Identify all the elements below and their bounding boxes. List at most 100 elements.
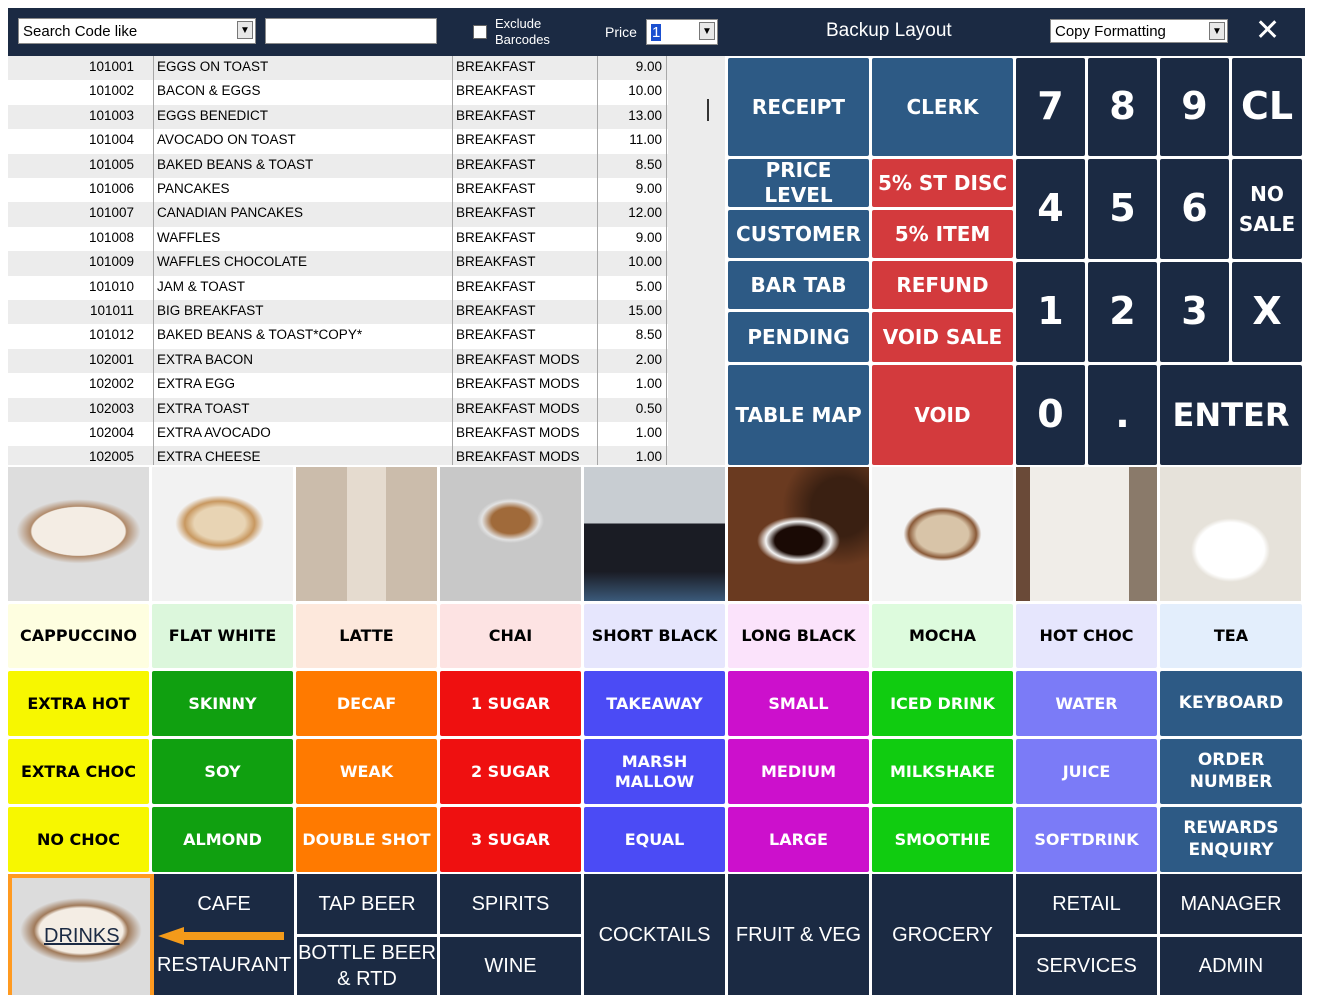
table-row[interactable]: 101006 PANCAKES BREAKFAST 9.00 xyxy=(8,178,668,202)
bottle-beer-category[interactable]: BOTTLE BEER & RTD xyxy=(297,937,437,995)
table-row[interactable]: 102004 EXTRA AVOCADO BREAKFAST MODS 1.00 xyxy=(8,422,668,446)
modifier-button-juice[interactable]: JUICE xyxy=(1016,739,1157,804)
hot-choc-image[interactable] xyxy=(1016,467,1157,601)
price-level-button[interactable]: PRICE LEVEL xyxy=(728,158,869,207)
modifier-button-decaf[interactable]: DECAF xyxy=(296,671,437,736)
table-row[interactable]: 101008 WAFFLES BREAKFAST 9.00 xyxy=(8,227,668,251)
fruit-veg-category[interactable]: FRUIT & VEG xyxy=(728,874,869,995)
keypad-2[interactable]: 2 xyxy=(1088,262,1157,362)
refund-button[interactable]: REFUND xyxy=(872,261,1013,309)
item-discount-button[interactable]: 5% ITEM xyxy=(872,210,1013,258)
modifier-button-skinny[interactable]: SKINNY xyxy=(152,671,293,736)
modifier-button-soy[interactable]: SOY xyxy=(152,739,293,804)
table-row[interactable]: 101009 WAFFLES CHOCOLATE BREAKFAST 10.00 xyxy=(8,251,668,276)
modifier-button-takeaway[interactable]: TAKEAWAY xyxy=(584,671,725,736)
drink-button-tea[interactable]: TEA xyxy=(1160,604,1302,668)
search-input[interactable] xyxy=(265,18,437,44)
modifier-button-extra-choc[interactable]: EXTRA CHOC xyxy=(8,739,149,804)
chevron-down-icon[interactable]: ▼ xyxy=(237,21,253,39)
retail-category[interactable]: RETAIL xyxy=(1016,874,1157,934)
modifier-button-softdrink[interactable]: SOFTDRINK xyxy=(1016,807,1157,872)
modifier-button-milkshake[interactable]: MILKSHAKE xyxy=(872,739,1013,804)
table-row[interactable]: 101005 BAKED BEANS & TOAST BREAKFAST 8.50 xyxy=(8,153,668,178)
table-map-button[interactable]: TABLE MAP xyxy=(728,365,869,465)
table-row[interactable]: 101004 AVOCADO ON TOAST BREAKFAST 11.00 xyxy=(8,129,668,153)
modifier-button-small[interactable]: SMALL xyxy=(728,671,869,736)
keypad-1[interactable]: 1 xyxy=(1016,262,1085,362)
flat-white-image[interactable] xyxy=(152,467,293,601)
table-row[interactable]: 101010 JAM & TOAST BREAKFAST 5.00 xyxy=(8,276,668,300)
drinks-category-selected[interactable]: DRINKS xyxy=(8,874,154,995)
staff-discount-button[interactable]: 5% ST DISC xyxy=(872,159,1013,207)
keypad-clear[interactable]: CL xyxy=(1232,58,1302,156)
table-row[interactable]: 102003 EXTRA TOAST BREAKFAST MODS 0.50 xyxy=(8,397,668,422)
modifier-button-almond[interactable]: ALMOND xyxy=(152,807,293,872)
close-icon[interactable]: ✕ xyxy=(1255,14,1280,48)
modifier-button-rewards-enquiry[interactable]: REWARDS ENQUIRY xyxy=(1160,807,1302,872)
admin-category[interactable]: ADMIN xyxy=(1160,937,1302,995)
tea-image[interactable] xyxy=(1160,467,1301,601)
modifier-button-2-sugar[interactable]: 2 SUGAR xyxy=(440,739,581,804)
table-row[interactable]: 102001 EXTRA BACON BREAKFAST MODS 2.00 xyxy=(8,348,668,374)
table-row[interactable]: 101002 BACON & EGGS BREAKFAST 10.00 xyxy=(8,80,668,104)
drink-button-long-black[interactable]: LONG BLACK xyxy=(728,604,869,668)
table-row[interactable]: 101012 BAKED BEANS & TOAST*COPY* BREAKFAST… xyxy=(8,324,668,348)
modifier-button-water[interactable]: WATER xyxy=(1016,671,1157,736)
spirits-category[interactable]: SPIRITS xyxy=(440,874,581,934)
enter-button[interactable]: ENTER xyxy=(1160,365,1302,465)
modifier-button-keyboard[interactable]: KEYBOARD xyxy=(1160,671,1302,736)
table-row[interactable]: 102005 EXTRA CHEESE BREAKFAST MODS 1.00 xyxy=(8,446,668,465)
tap-beer-category[interactable]: TAP BEER xyxy=(297,874,437,934)
void-button[interactable]: VOID xyxy=(872,365,1013,465)
table-row[interactable]: 102002 EXTRA EGG BREAKFAST MODS 1.00 xyxy=(8,373,668,397)
drink-button-mocha[interactable]: MOCHA xyxy=(872,604,1013,668)
modifier-button-marsh-mallow[interactable]: MARSH MALLOW xyxy=(584,739,725,804)
keypad-3[interactable]: 3 xyxy=(1160,262,1229,362)
cappuccino-image[interactable] xyxy=(8,467,149,601)
modifier-button-order-number[interactable]: ORDER NUMBER xyxy=(1160,739,1302,804)
modifier-button-extra-hot[interactable]: EXTRA HOT xyxy=(8,671,149,736)
table-row[interactable]: 101007 CANADIAN PANCAKES BREAKFAST 12.00 xyxy=(8,202,668,227)
long-black-image[interactable] xyxy=(728,467,869,601)
scrollbar-thumb[interactable] xyxy=(707,99,709,121)
cocktails-category[interactable]: COCKTAILS xyxy=(584,874,725,995)
table-row[interactable]: 101011 BIG BREAKFAST BREAKFAST 15.00 xyxy=(8,300,668,325)
exclude-barcodes-checkbox[interactable] xyxy=(473,25,487,39)
void-sale-button[interactable]: VOID SALE xyxy=(872,312,1013,362)
list-scrollbar[interactable] xyxy=(668,56,725,465)
mocha-image[interactable] xyxy=(872,467,1013,601)
drink-button-latte[interactable]: LATTE xyxy=(296,604,437,668)
keypad-multiply[interactable]: X xyxy=(1232,262,1302,362)
modifier-button-1-sugar[interactable]: 1 SUGAR xyxy=(440,671,581,736)
keypad-decimal[interactable]: . xyxy=(1088,365,1157,465)
drink-button-cappuccino[interactable]: CAPPUCCINO xyxy=(8,604,149,668)
keypad-5[interactable]: 5 xyxy=(1088,159,1157,259)
modifier-button-3-sugar[interactable]: 3 SUGAR xyxy=(440,807,581,872)
cafe-category[interactable]: CAFE xyxy=(154,874,294,934)
manager-category[interactable]: MANAGER xyxy=(1160,874,1302,934)
pending-button[interactable]: PENDING xyxy=(728,312,869,362)
table-row[interactable]: 101001 EGGS ON TOAST BREAKFAST 9.00 xyxy=(8,56,668,81)
customer-button[interactable]: CUSTOMER xyxy=(728,210,869,258)
drink-button-hot-choc[interactable]: HOT CHOC xyxy=(1016,604,1157,668)
chevron-down-icon[interactable]: ▼ xyxy=(699,22,715,40)
keypad-6[interactable]: 6 xyxy=(1160,159,1229,259)
modifier-button-large[interactable]: LARGE xyxy=(728,807,869,872)
modifier-button-equal[interactable]: EQUAL xyxy=(584,807,725,872)
drink-button-chai[interactable]: CHAI xyxy=(440,604,581,668)
grocery-category[interactable]: GROCERY xyxy=(872,874,1013,995)
modifier-button-double-shot[interactable]: DOUBLE SHOT xyxy=(296,807,437,872)
keypad-8[interactable]: 8 xyxy=(1088,58,1157,156)
modifier-button-medium[interactable]: MEDIUM xyxy=(728,739,869,804)
modifier-button-no-choc[interactable]: NO CHOC xyxy=(8,807,149,872)
wine-category[interactable]: WINE xyxy=(440,937,581,995)
copy-formatting-select[interactable]: Copy Formatting ▼ xyxy=(1050,19,1228,43)
drink-button-short-black[interactable]: SHORT BLACK xyxy=(584,604,725,668)
search-mode-select[interactable]: Search Code like ▼ xyxy=(18,18,256,44)
keypad-4[interactable]: 4 xyxy=(1016,159,1085,259)
keypad-7[interactable]: 7 xyxy=(1016,58,1085,156)
price-level-select[interactable]: 1 ▼ xyxy=(646,19,718,45)
services-category[interactable]: SERVICES xyxy=(1016,937,1157,995)
latte-image[interactable] xyxy=(296,467,437,601)
bar-tab-button[interactable]: BAR TAB xyxy=(728,261,869,309)
